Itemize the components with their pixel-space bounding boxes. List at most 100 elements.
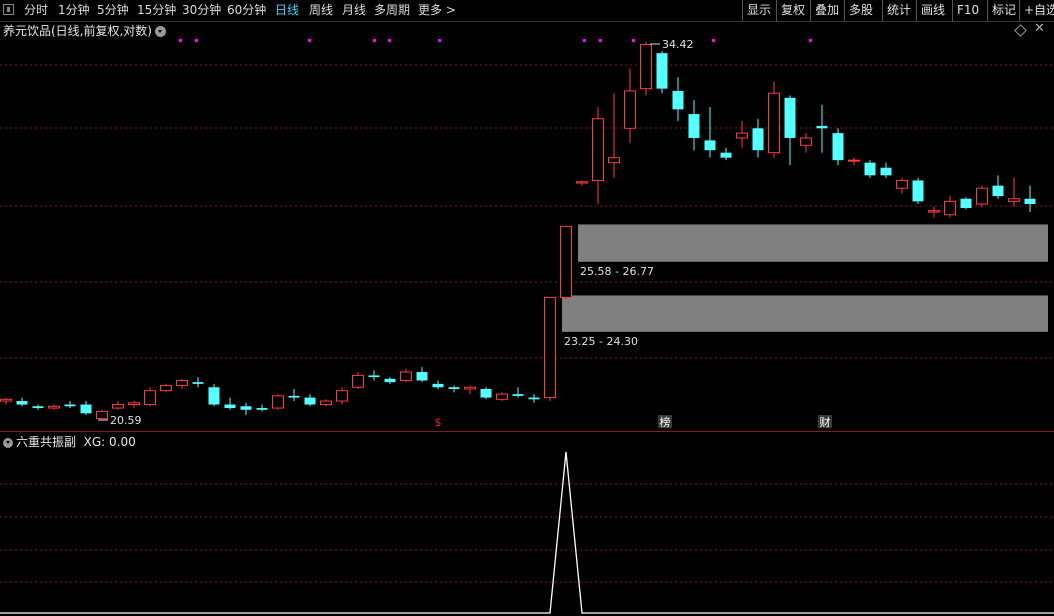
event-marker-1: 榜 xyxy=(660,415,671,429)
toolbar-button-2[interactable]: 叠加 xyxy=(810,0,843,21)
period-tab-4[interactable]: 30分钟 xyxy=(182,0,221,21)
candle-body-30 xyxy=(480,388,492,398)
candle-body-63 xyxy=(1008,198,1020,202)
indicator-dropdown-icon[interactable] xyxy=(3,437,13,448)
event-marker-0: $ xyxy=(435,416,442,429)
event-marker-2: 财 xyxy=(820,415,831,429)
signal-marker-5 xyxy=(438,39,441,42)
period-tab-5[interactable]: 60分钟 xyxy=(227,0,266,21)
period-tab-9[interactable]: 多周期 xyxy=(374,0,410,21)
indicator-panel: 六重共振副 XG: 0.00 xyxy=(0,432,1054,616)
candle-body-59 xyxy=(944,200,956,216)
period-tab-6[interactable]: 日线 xyxy=(275,0,299,21)
candle-body-12 xyxy=(192,382,204,384)
chart-title-bar: 养元饮品(日线,前复权,对数) xyxy=(3,22,166,39)
candle-body-58 xyxy=(928,210,940,213)
candlestick-chart[interactable]: 25.58 - 26.77 23.25 - 24.30 34.42 20.59 $ 榜 财 xyxy=(0,22,1054,431)
candle-body-32 xyxy=(512,394,524,396)
candle-body-33 xyxy=(528,397,540,400)
candle-body-19 xyxy=(304,397,316,405)
toolbar-button-0[interactable]: 显示 xyxy=(742,0,775,21)
candle-body-53 xyxy=(848,159,860,162)
candle-body-20 xyxy=(320,400,332,406)
toolbar-button-7[interactable]: 标记 xyxy=(987,0,1020,21)
candle-body-42 xyxy=(672,90,684,110)
candle-body-22 xyxy=(352,374,364,388)
signal-marker-3 xyxy=(373,39,376,42)
candle-body-7 xyxy=(112,404,124,409)
signal-marker-6 xyxy=(583,39,586,42)
candle-body-57 xyxy=(912,180,924,202)
candle-body-17 xyxy=(272,395,284,409)
period-tab-1[interactable]: 1分钟 xyxy=(58,0,90,21)
signal-marker-2 xyxy=(308,39,311,42)
candle-body-62 xyxy=(992,185,1004,197)
candle-body-45 xyxy=(720,152,732,158)
toolbar-button-8[interactable]: +自选 xyxy=(1019,0,1054,21)
candle-body-28 xyxy=(448,387,460,389)
indicator-chart[interactable] xyxy=(0,432,1054,616)
min-price-label: 20.59 xyxy=(110,414,142,427)
signal-marker-0 xyxy=(179,39,182,42)
period-tab-2[interactable]: 5分钟 xyxy=(97,0,129,21)
candle-body-15 xyxy=(240,406,252,410)
indicator-title-bar: 六重共振副 XG: 0.00 xyxy=(3,433,136,450)
candle-body-49 xyxy=(784,97,796,138)
candle-body-34 xyxy=(544,296,556,399)
candle-body-39 xyxy=(624,90,636,129)
signal-marker-1 xyxy=(195,39,198,42)
signal-marker-8 xyxy=(632,39,635,42)
candle-body-4 xyxy=(64,404,76,407)
candle-body-3 xyxy=(48,405,60,409)
close-icon[interactable]: ✕ xyxy=(1034,21,1045,36)
candle-body-13 xyxy=(208,387,220,405)
candle-body-36 xyxy=(576,181,588,184)
candle-body-27 xyxy=(432,383,444,388)
toolbar: 分时 1分钟 5分钟 15分钟 30分钟 60分钟 日线 周线 月线 多周期 更多 > 显示 复权 叠加… xyxy=(0,0,1054,22)
period-tab-7[interactable]: 周线 xyxy=(309,0,333,21)
period-tab-10[interactable]: 更多 > xyxy=(418,0,456,21)
signal-marker-4 xyxy=(388,39,391,42)
signal-marker-9 xyxy=(712,39,715,42)
candle-body-56 xyxy=(896,179,908,189)
candle-body-10 xyxy=(160,385,172,392)
chart-title: 养元饮品(日线,前复权,对数) xyxy=(3,24,152,38)
candle-body-38 xyxy=(608,157,620,164)
candle-body-25 xyxy=(400,371,412,381)
menu-icon[interactable] xyxy=(3,4,14,15)
toolbar-button-5[interactable]: 画线 xyxy=(916,0,949,21)
candle-body-14 xyxy=(224,404,236,409)
period-tab-0[interactable]: 分时 xyxy=(24,0,48,21)
main-chart-panel: 25.58 - 26.77 23.25 - 24.30 34.42 20.59 $ 榜财 … xyxy=(0,21,1054,431)
candle-body-18 xyxy=(288,395,300,398)
candle-body-64 xyxy=(1024,198,1036,205)
candle-body-35 xyxy=(560,225,572,298)
candle-body-40 xyxy=(640,44,652,90)
candle-body-37 xyxy=(592,118,604,181)
candle-body-24 xyxy=(384,378,396,383)
candle-body-47 xyxy=(752,128,764,151)
toolbar-button-1[interactable]: 复权 xyxy=(776,0,809,21)
toolbar-button-4[interactable]: 统计 xyxy=(882,0,915,21)
period-tab-8[interactable]: 月线 xyxy=(342,0,366,21)
candle-body-41 xyxy=(656,53,668,89)
price-zone-0 xyxy=(578,224,1048,262)
candle-body-8 xyxy=(128,402,140,406)
candle-body-11 xyxy=(176,379,188,387)
candle-body-52 xyxy=(832,133,844,161)
candle-body-5 xyxy=(80,404,92,414)
indicator-name[interactable]: 六重共振副 xyxy=(16,435,76,449)
candle-body-23 xyxy=(368,375,380,378)
candle-body-1 xyxy=(16,401,28,405)
candle-body-55 xyxy=(880,167,892,176)
period-tab-3[interactable]: 15分钟 xyxy=(137,0,176,21)
candle-body-2 xyxy=(32,406,44,409)
candle-body-29 xyxy=(464,386,476,390)
toolbar-button-6[interactable]: F10 xyxy=(952,0,983,21)
candle-body-60 xyxy=(960,198,972,209)
zone-label-0: 25.58 - 26.77 xyxy=(580,265,654,278)
signal-marker-10 xyxy=(809,39,812,42)
dropdown-icon[interactable] xyxy=(155,26,166,37)
candle-body-48 xyxy=(768,92,780,154)
toolbar-button-3[interactable]: 多股 xyxy=(844,0,877,21)
